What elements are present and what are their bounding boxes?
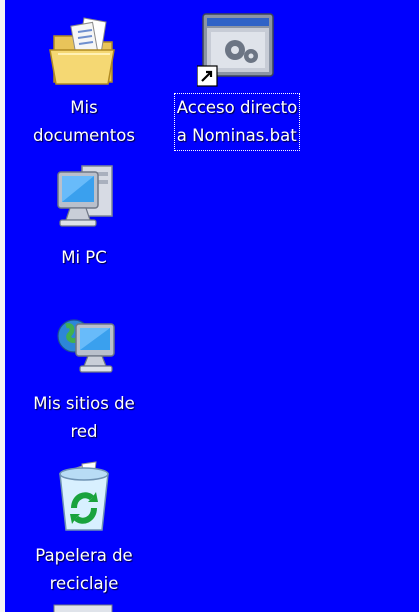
recycle-bin-icon — [44, 458, 124, 538]
desktop-icon-label: Mis sitios de red — [33, 394, 135, 441]
my-documents-folder-icon — [44, 10, 124, 90]
batch-file-shortcut-icon — [197, 10, 277, 90]
desktop-icon-network-places[interactable]: Mis sitios de red — [26, 306, 142, 446]
desktop-icon-nominas-shortcut[interactable]: Acceso directo a Nominas.bat — [162, 10, 312, 151]
desktop-icon-label: Mi PC — [61, 248, 107, 267]
desktop-icon-recycle-bin[interactable]: Papelera de reciclaje — [26, 458, 142, 598]
desktop-icon-my-computer[interactable]: Mi PC — [26, 160, 142, 272]
desktop-icon-my-documents[interactable]: Mis documentos — [26, 10, 142, 150]
desktop[interactable]: Mis documentos Mi PC Mis sitios de red P… — [0, 0, 419, 612]
window-edge — [0, 0, 5, 612]
partial-desktop-icon[interactable] — [48, 600, 118, 612]
my-computer-icon — [44, 160, 124, 240]
desktop-icon-label: Papelera de reciclaje — [35, 546, 133, 593]
desktop-icon-label: Mis documentos — [33, 98, 135, 145]
desktop-icon-label: Acceso directo a Nominas.bat — [173, 93, 301, 151]
network-places-icon — [44, 306, 124, 386]
